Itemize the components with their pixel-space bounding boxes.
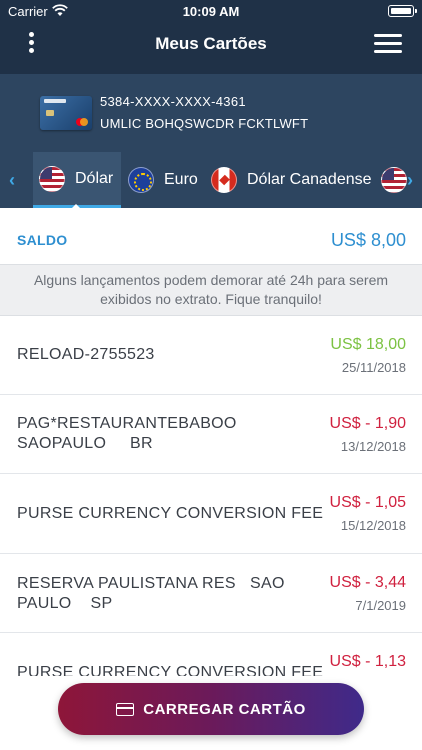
transaction-amount: US$ - 1,90 xyxy=(329,415,406,432)
tab-pointer xyxy=(70,204,82,210)
transaction-description: RESERVA PAULISTANA RES SAO PAULO SP xyxy=(17,575,285,612)
transaction-description: PURSE CURRENCY CONVERSION FEE xyxy=(17,664,324,676)
transaction-row[interactable]: RESERVA PAULISTANA RES SAO PAULO SP US$ … xyxy=(0,554,422,633)
transaction-description: PAG*RESTAURANTEBABOO SAOPAULO BR xyxy=(17,415,237,452)
transaction-amount: US$ 18,00 xyxy=(330,336,406,353)
transaction-date: 15/12/2018 xyxy=(340,518,406,533)
transaction-amount: US$ - 3,44 xyxy=(329,574,406,591)
transaction-row[interactable]: PURSE CURRENCY CONVERSION FEE US$ - 1,05… xyxy=(0,474,422,554)
balance-label: SALDO xyxy=(17,232,68,248)
tab-dolar[interactable]: Dólar xyxy=(33,152,121,208)
navigation-bar: Carrier 10:09 AM Meus Cartões xyxy=(0,0,422,74)
balance-value: US$ 8,00 xyxy=(330,230,406,250)
transaction-date: 7/1/2019 xyxy=(355,598,406,613)
card-number: 5384-XXXX-XXXX-4361 xyxy=(100,94,246,109)
canada-flag-icon xyxy=(211,167,237,193)
transaction-list: RELOAD-2755523 US$ 18,00 25/11/2018 PAG*… xyxy=(0,316,422,676)
transaction-description: RELOAD-2755523 xyxy=(17,346,155,363)
load-card-label: CARREGAR CARTÃO xyxy=(143,700,306,718)
tab-dolar-canadense[interactable]: Dólar Canadense xyxy=(211,152,372,208)
tab-euro[interactable]: Euro xyxy=(128,152,198,208)
tab-label: Dólar Canadense xyxy=(247,171,372,188)
hamburger-menu-icon[interactable] xyxy=(374,34,402,54)
transaction-row[interactable]: RELOAD-2755523 US$ 18,00 25/11/2018 xyxy=(0,316,422,395)
tab-label: Euro xyxy=(164,171,198,188)
load-card-button[interactable]: CARREGAR CARTÃO xyxy=(58,683,364,735)
card-thumbnail xyxy=(40,96,92,130)
tab-label: Dólar xyxy=(75,169,114,187)
credit-card-icon xyxy=(116,702,135,716)
transaction-row[interactable]: PURSE CURRENCY CONVERSION FEE US$ - 1,13 xyxy=(0,633,422,676)
transaction-row[interactable]: PAG*RESTAURANTEBABOO SAOPAULO BR US$ - 1… xyxy=(0,395,422,474)
transaction-description: PURSE CURRENCY CONVERSION FEE xyxy=(17,505,324,522)
status-bar: Carrier 10:09 AM xyxy=(0,0,422,24)
eu-flag-icon xyxy=(128,167,154,193)
flag-icon xyxy=(381,167,407,193)
transaction-amount: US$ - 1,13 xyxy=(329,653,406,670)
us-flag-icon xyxy=(39,165,65,192)
selected-card[interactable]: 5384-XXXX-XXXX-4361 UMLIC BOHQSWCDR FCKT… xyxy=(0,74,422,152)
transaction-date: 13/12/2018 xyxy=(340,439,406,454)
page-title: Meus Cartões xyxy=(155,34,267,53)
mastercard-icon xyxy=(76,118,88,126)
transaction-amount: US$ - 1,05 xyxy=(329,494,406,511)
chevron-right-icon[interactable]: › xyxy=(407,170,413,191)
clock: 10:09 AM xyxy=(182,4,240,19)
battery-icon xyxy=(388,5,417,17)
balance-row: SALDO US$ 8,00 xyxy=(0,208,422,264)
card-holder-name: UMLIC BOHQSWCDR FCKTLWFT xyxy=(100,116,309,131)
currency-tabs: ‹ Dólar Euro Dólar Canadense › xyxy=(0,152,422,208)
transaction-date: 25/11/2018 xyxy=(341,360,406,375)
chevron-left-icon[interactable]: ‹ xyxy=(9,170,15,191)
info-notice: Alguns lançamentos podem demorar até 24h… xyxy=(0,264,422,316)
